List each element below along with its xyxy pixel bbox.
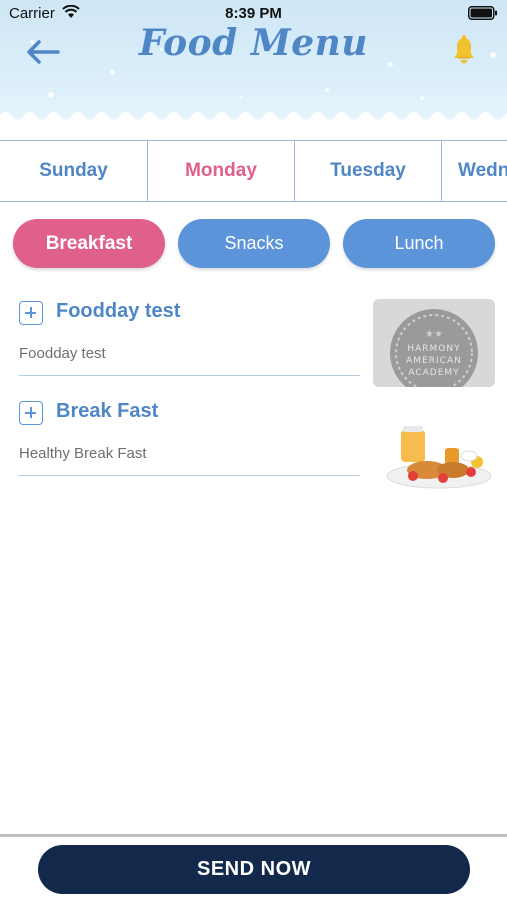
food-name: Break Fast [56,400,159,422]
status-time: 8:39 PM [225,5,282,22]
add-icon[interactable] [19,301,43,325]
meal-pills: Breakfast Snacks Lunch [13,219,495,268]
food-image-breakfast [373,420,495,492]
snow-dot [110,70,115,75]
logo-line-3: ACADEMY [408,368,459,378]
meal-breakfast-button[interactable]: Breakfast [13,219,165,268]
battery-icon [468,6,497,20]
meal-lunch-button[interactable]: Lunch [343,219,495,268]
food-description: Foodday test [19,345,106,362]
snow-dot [325,88,329,92]
day-tabs: Sunday Monday Tuesday Wedn [0,140,507,202]
bell-icon[interactable] [451,34,477,66]
logo-line-2: AMERICAN [406,356,462,366]
academy-logo: HARMONY AMERICAN ACADEMY ★★ [390,309,478,387]
tab-sunday[interactable]: Sunday [0,141,147,201]
header-wave [0,112,507,128]
snow-dot [48,92,54,98]
list-item: Break Fast Healthy Break Fast [19,398,360,476]
food-description: Healthy Break Fast [19,445,147,462]
page-title: Food Menu [139,22,368,64]
tab-monday[interactable]: Monday [147,141,294,201]
snow-dot [420,96,424,100]
list-item: Foodday test Foodday test [19,298,360,376]
tab-wednesday[interactable]: Wedn [441,141,507,201]
logo-stars: ★★ [425,329,443,340]
food-image-logo: HARMONY AMERICAN ACADEMY ★★ [373,299,495,387]
food-name: Foodday test [56,300,181,322]
logo-line-1: HARMONY [407,344,460,354]
add-icon[interactable] [19,401,43,425]
meal-snacks-button[interactable]: Snacks [178,219,330,268]
send-now-button[interactable]: SEND NOW [38,845,470,894]
breakfast-plate-icon [386,426,492,489]
snow-dot [240,96,243,99]
tab-tuesday[interactable]: Tuesday [294,141,441,201]
header: Carrier 8:39 PM Food Menu [0,0,507,128]
